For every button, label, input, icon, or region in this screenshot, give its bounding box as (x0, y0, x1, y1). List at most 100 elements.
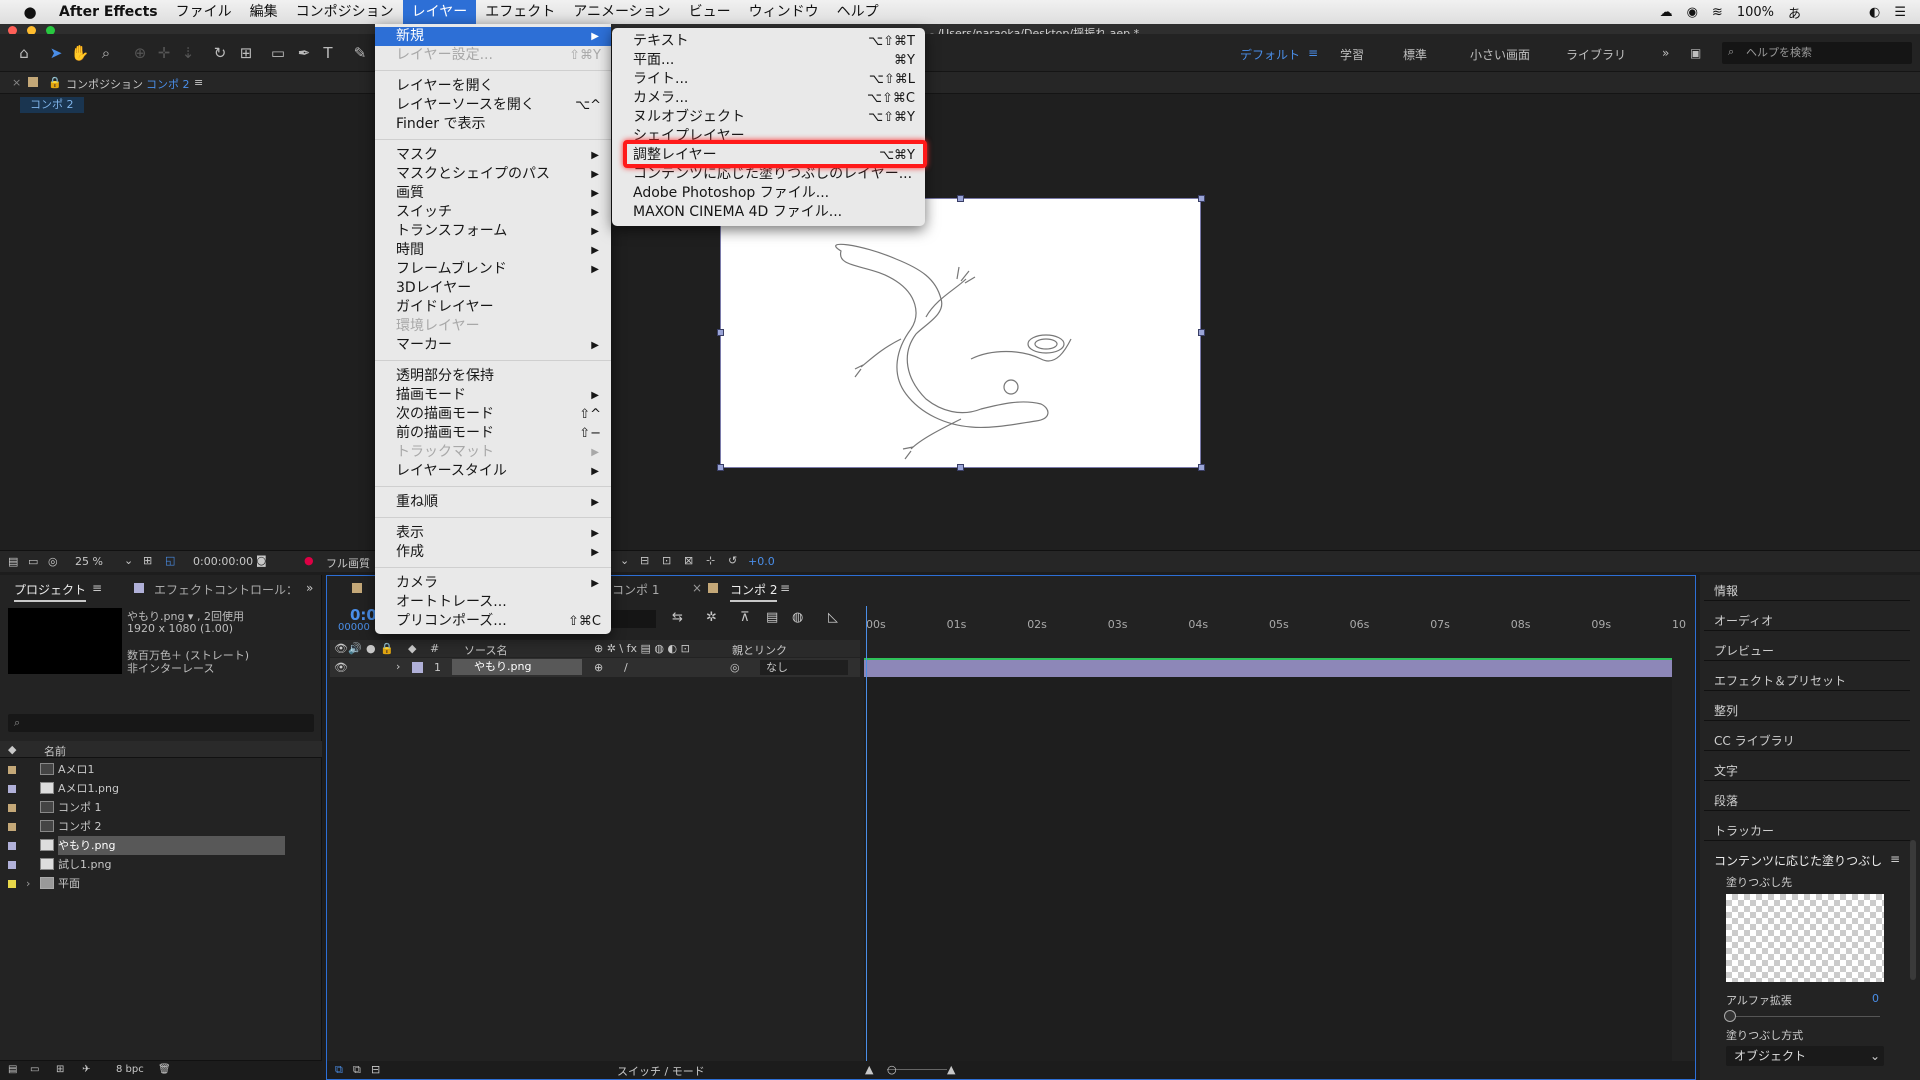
layer-menu-item[interactable]: 新規 ▶ (375, 27, 611, 46)
new-comp-icon[interactable]: ⊞ (56, 1064, 64, 1075)
chevron-down-icon[interactable]: ⌄ (620, 554, 629, 567)
zoom-select[interactable]: 25 % (75, 555, 103, 568)
trash-icon[interactable]: 🗑 (158, 1064, 171, 1075)
workspace-learn[interactable]: 学習 (1340, 46, 1364, 63)
scrollbar[interactable] (1910, 840, 1916, 980)
mask-view-icon[interactable]: ◎ (48, 555, 58, 568)
lock-icon[interactable]: 🔒 (48, 76, 62, 89)
zoom-out-icon[interactable]: ▲ (865, 1063, 873, 1076)
label-swatch[interactable] (8, 823, 16, 831)
hand-tool-icon[interactable]: ✋ (70, 43, 90, 63)
panel-paragraph[interactable]: 段落 (1714, 792, 1738, 809)
monitor-icon[interactable]: ▭ (28, 555, 38, 568)
current-time-indicator[interactable] (866, 606, 867, 1062)
switches-column-icon[interactable]: ⊕ ✲ \ fx ▤ ◍ ◐ ⊡ (594, 642, 690, 655)
visibility-column-icon[interactable]: 👁 (334, 642, 348, 655)
timecode-display[interactable]: 0:00:00:00 (193, 555, 253, 568)
label-icon[interactable]: ◆ (8, 743, 16, 756)
layer-switches-icon[interactable]: ⧉ (335, 1063, 343, 1077)
menu-layer[interactable]: レイヤー (402, 0, 477, 24)
camera-tool-icon[interactable]: ⊞ (236, 43, 256, 63)
workspace-panel-icon[interactable]: ▣ (1690, 46, 1701, 60)
comp-tab-name[interactable]: コンポ 2 (146, 76, 190, 92)
menu-window[interactable]: ウィンドウ (740, 0, 828, 24)
eye-icon[interactable]: 👁 (334, 661, 348, 674)
brush-tool-icon[interactable]: ✎ (350, 43, 370, 63)
menu-edit[interactable]: 編集 (241, 0, 287, 24)
rectangle-tool-icon[interactable]: ▭ (268, 43, 288, 63)
home-icon[interactable]: ⌂ (14, 43, 34, 63)
pickwhip-icon[interactable]: ◎ (730, 661, 740, 674)
layer-name[interactable]: やもり.png (452, 659, 582, 675)
fast-preview-icon[interactable]: ⊠ (684, 554, 693, 567)
chevron-right-icon[interactable]: › (26, 874, 30, 893)
frame-blend-icon[interactable]: ▤ (766, 610, 778, 625)
chevron-down-icon[interactable]: ⌄ (124, 554, 133, 567)
layer-menu-item[interactable]: マスク ▶ (375, 146, 611, 165)
help-search-input[interactable]: ヘルプを検索 (1722, 42, 1912, 64)
zoom-slider-thumb[interactable]: ○ (887, 1063, 897, 1076)
layer-color-icon[interactable] (412, 662, 423, 673)
layer-menu-item[interactable]: 前の描画モード ⇧− (375, 424, 611, 443)
composition-canvas[interactable] (720, 198, 1201, 468)
panel-audio[interactable]: オーディオ (1714, 612, 1773, 629)
modes-icon[interactable]: ⧉ (353, 1063, 361, 1077)
close-tab-icon[interactable]: × (692, 581, 702, 595)
new-submenu-item[interactable]: 平面... ⌘Y (612, 51, 925, 70)
transform-handle[interactable] (1198, 464, 1205, 471)
menu-animation[interactable]: アニメーション (564, 0, 679, 24)
flowchart-icon[interactable]: ⊹ (706, 554, 715, 567)
timeline-tracks-area[interactable] (864, 677, 1672, 1061)
bpc-label[interactable]: 8 bpc (116, 1064, 144, 1075)
text-tool-icon[interactable]: T (318, 43, 338, 63)
in-out-icon[interactable]: ⊟ (371, 1063, 380, 1076)
timeline-layer-row[interactable]: 👁 › 1 やもり.png ⊕ / ◎ なし (330, 658, 860, 677)
new-submenu-item[interactable]: Adobe Photoshop ファイル... (612, 184, 925, 203)
layer-menu-item[interactable]: 3Dレイヤー (375, 279, 611, 298)
anchor-tool-icon[interactable]: ⇣ (178, 43, 198, 63)
rotate-tool-icon[interactable]: ⊕ (130, 43, 150, 63)
zoom-in-icon[interactable]: ▲ (947, 1063, 955, 1076)
list-item[interactable]: Aメロ1 (0, 760, 322, 779)
tab-comp-2[interactable]: コンポ 2 (730, 581, 778, 602)
workspace-standard[interactable]: 標準 (1403, 46, 1427, 63)
label-swatch[interactable] (8, 861, 16, 869)
new-submenu-item[interactable]: MAXON CINEMA 4D ファイル... (612, 203, 925, 222)
layer-menu-item[interactable]: スイッチ ▶ (375, 203, 611, 222)
layer-menu-item[interactable]: 描画モード ▶ (375, 386, 611, 405)
transform-handle[interactable] (717, 329, 724, 336)
layer-menu-item[interactable]: フレームブレンド ▶ (375, 260, 611, 279)
battery-text[interactable]: 100% (1737, 5, 1774, 20)
rotation-tool-icon[interactable]: ↻ (210, 43, 230, 63)
graph-editor-icon[interactable]: ◺ (828, 610, 838, 625)
tab-project[interactable]: プロジェクト (14, 581, 87, 602)
panel-preview[interactable]: プレビュー (1714, 642, 1774, 659)
more-workspaces-icon[interactable]: » (1662, 46, 1669, 60)
column-name[interactable]: 名前 (44, 743, 66, 759)
workspace-small-screen[interactable]: 小さい画面 (1470, 46, 1530, 63)
shy-layers-icon[interactable]: ⊼ (740, 610, 750, 625)
layer-menu-item[interactable]: レイヤーを開く (375, 77, 611, 96)
list-item[interactable]: 試し1.png (0, 855, 322, 874)
number-column-icon[interactable]: # (430, 642, 439, 655)
menu-composition[interactable]: コンポジション (287, 0, 403, 24)
layer-menu-item[interactable]: レイヤースタイル ▶ (375, 462, 611, 481)
layer-menu-item[interactable]: カメラ ▶ (375, 574, 611, 593)
expand-layer-icon[interactable]: › (396, 660, 400, 673)
new-submenu-item[interactable]: カメラ... ⌥⇧⌘C (612, 89, 925, 108)
layer-menu-item[interactable]: オートトレース... (375, 593, 611, 612)
column-source-name[interactable]: ソース名 (464, 642, 507, 658)
pen-tool-icon[interactable]: ✒ (294, 43, 314, 63)
panel-info[interactable]: 情報 (1714, 582, 1738, 599)
tab-effect-controls[interactable]: エフェクトコントロール： (154, 581, 298, 598)
quality-switch-icon[interactable]: / (624, 661, 628, 674)
layer-menu-item[interactable]: レイヤーソースを開く ⌥^ (375, 96, 611, 115)
list-item[interactable]: コンポ 1 (0, 798, 322, 817)
interpret-footage-icon[interactable]: ▤ (8, 1064, 17, 1075)
notification-icon[interactable]: ☰ (1894, 5, 1906, 20)
panel-cc-libraries[interactable]: CC ライブラリ (1714, 732, 1795, 749)
new-submenu-item[interactable]: ライト... ⌥⇧⌘L (612, 70, 925, 89)
parent-select[interactable]: なし (760, 660, 848, 675)
transform-handle[interactable] (717, 464, 724, 471)
panel-content-aware-fill[interactable]: コンテンツに応じた塗りつぶし (1714, 852, 1882, 869)
